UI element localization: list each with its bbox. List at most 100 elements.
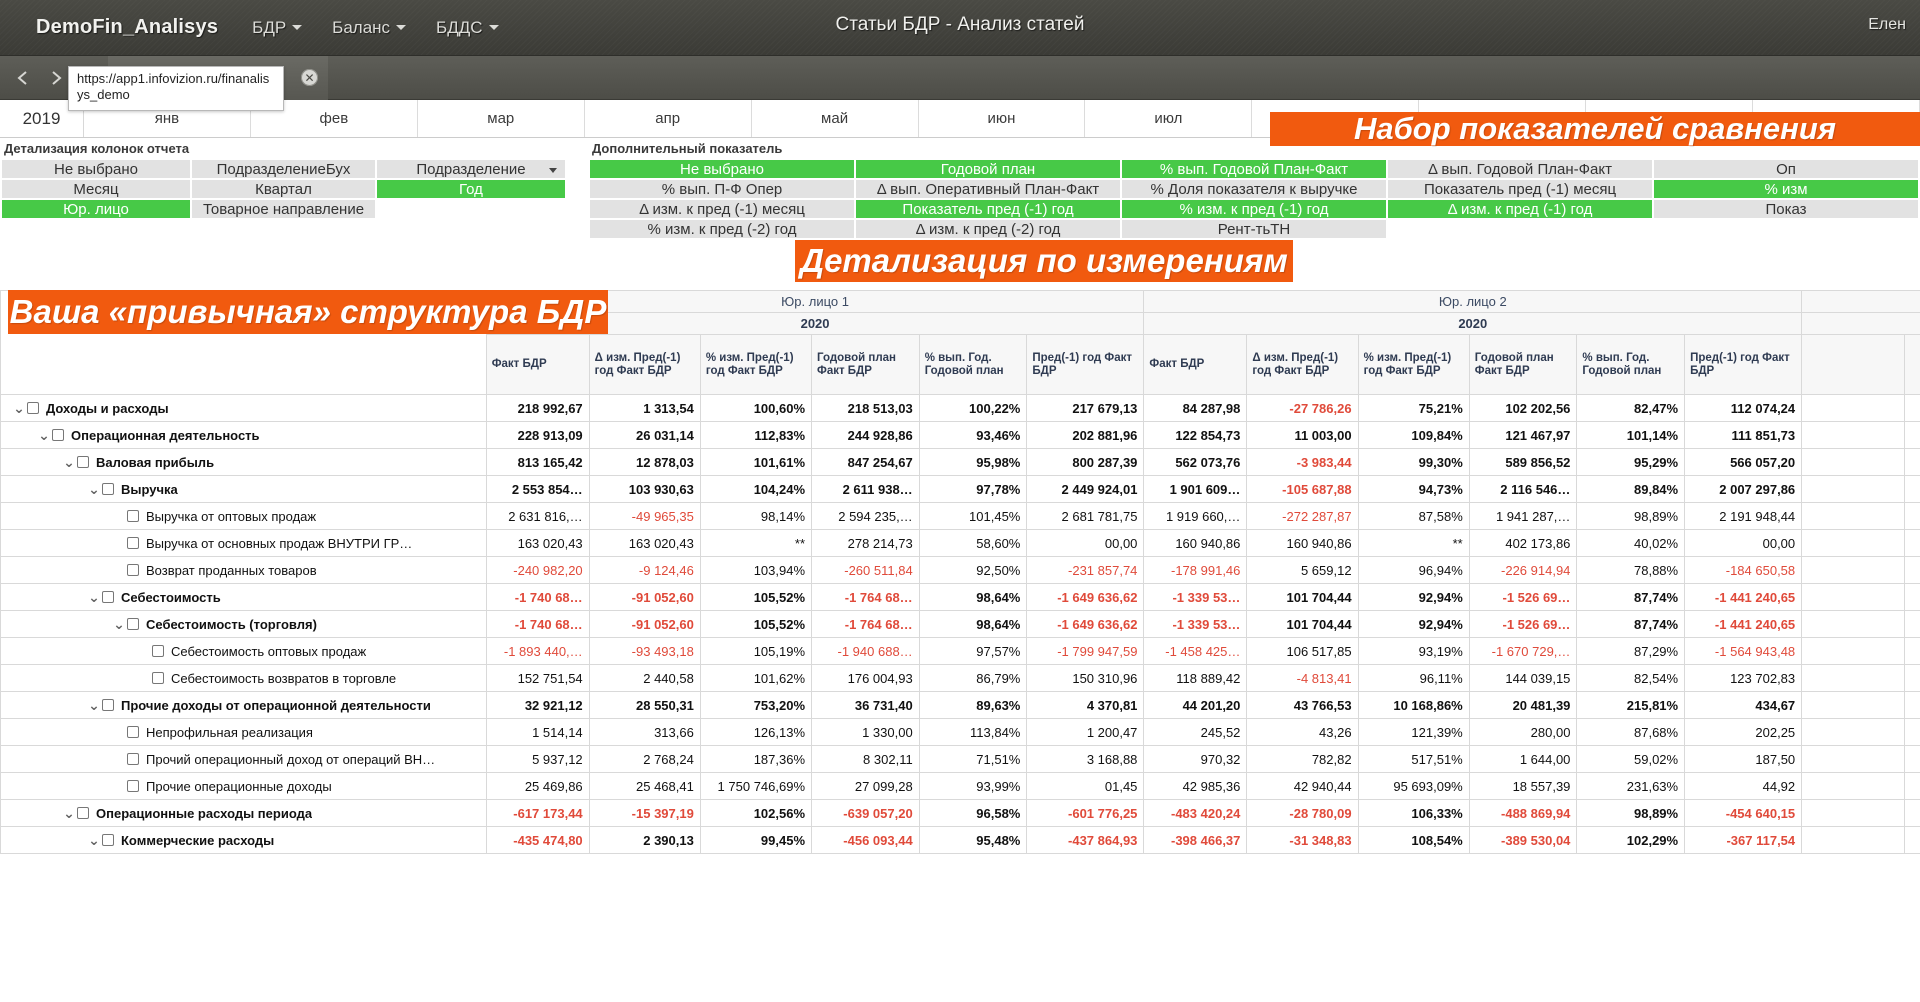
row-checkbox[interactable] (102, 591, 114, 603)
metric-header[interactable]: Пред(-1) год Факт БДР (1684, 334, 1803, 395)
table-row[interactable]: ⌄ Коммерческие расходы -435 474,80 2 390,13… (0, 826, 1920, 854)
indicator-option-selected[interactable]: Годовой план (855, 159, 1121, 179)
row-checkbox[interactable] (127, 726, 139, 738)
table-row[interactable]: ⌄ Выручка 2 553 854… 103 930,63 104,24% 2 611… (0, 475, 1920, 503)
table-row[interactable]: Выручка от основных продаж ВНУТРИ ГР… 163… (0, 529, 1920, 557)
row-label-cell[interactable]: ⌄ Себестоимость (торговля) (0, 610, 487, 638)
metric-header[interactable]: Δ изм. Пред(-1) год Факт БДР (1246, 334, 1359, 395)
menu-item-bdr[interactable]: БДР (252, 18, 303, 38)
chevron-down-icon[interactable]: ⌄ (36, 427, 52, 444)
metric-header[interactable]: % изм. Пред(-1) год Факт БДР (699, 334, 813, 395)
month-cell[interactable]: мар (417, 100, 585, 137)
indicator-option[interactable]: % Доля показателя к выручке (1121, 179, 1387, 199)
indicator-option[interactable]: Δ изм. к пред (-1) месяц (589, 199, 855, 219)
row-label-cell[interactable]: Выручка от оптовых продаж (0, 502, 487, 530)
table-row[interactable]: Себестоимость оптовых продаж -1 893 440,…… (0, 637, 1920, 665)
table-row[interactable]: ⌄ Операционная деятельность 228 913,09 26 0… (0, 421, 1920, 449)
month-cell[interactable]: апр (584, 100, 752, 137)
chevron-down-icon[interactable]: ⌄ (111, 616, 127, 633)
row-label-cell[interactable]: ⌄ Доходы и расходы (0, 394, 487, 422)
table-row[interactable]: ⌄ Операционные расходы периода -617 173,44… (0, 799, 1920, 827)
chevron-down-icon[interactable]: ⌄ (61, 454, 77, 471)
indicator-option[interactable]: Рент-тьТН (1121, 219, 1387, 239)
metric-header[interactable]: % вып. Год. Годовой план (918, 334, 1028, 395)
chevron-down-icon[interactable]: ⌄ (86, 589, 102, 606)
table-row[interactable]: Выручка от оптовых продаж 2 631 816,… -49 … (0, 502, 1920, 530)
table-row[interactable]: Прочие операционные доходы 25 469,86 25 46… (0, 772, 1920, 800)
columns-option[interactable]: Не выбрано (1, 159, 191, 179)
metric-header[interactable] (1801, 334, 1906, 395)
indicator-option-selected[interactable]: % изм. к пред (-1) год (1121, 199, 1387, 219)
row-checkbox[interactable] (102, 834, 114, 846)
indicator-option[interactable]: Показ (1653, 199, 1919, 219)
columns-option[interactable]: Квартал (191, 179, 376, 199)
forward-button[interactable] (40, 63, 70, 93)
table-row[interactable]: Прочий операционный доход от операций ВН… (0, 745, 1920, 773)
chevron-down-icon[interactable]: ⌄ (86, 697, 102, 714)
metric-header[interactable] (1904, 334, 1920, 395)
metric-header[interactable]: Факт БДР (485, 334, 590, 395)
row-label-cell[interactable]: ⌄ Выручка (0, 475, 487, 503)
row-label-cell[interactable]: Себестоимость возвратов в торговле (0, 664, 487, 692)
row-label-cell[interactable]: Непрофильная реализация (0, 718, 487, 746)
chevron-down-icon[interactable]: ⌄ (86, 481, 102, 498)
row-label-cell[interactable]: Прочие операционные доходы (0, 772, 487, 800)
report-table-container[interactable]: Юр. лицо 1 Юр. лицо 2 2020 2020 Факт БДР… (0, 290, 1920, 1002)
chevron-down-icon[interactable]: ⌄ (11, 400, 27, 417)
metric-header[interactable]: % вып. Год. Годовой план (1576, 334, 1686, 395)
row-label-cell[interactable]: Возврат проданных товаров (0, 556, 487, 584)
menu-item-bdds[interactable]: БДДС (436, 18, 499, 38)
metric-header[interactable]: Факт БДР (1143, 334, 1248, 395)
row-label-cell[interactable]: ⌄ Валовая прибыль (0, 448, 487, 476)
row-label-cell[interactable]: Прочий операционный доход от операций ВН… (0, 745, 487, 773)
columns-option[interactable]: ПодразделениеБух (191, 159, 376, 179)
metric-header[interactable]: % изм. Пред(-1) год Факт БДР (1357, 334, 1470, 395)
month-cell[interactable]: май (751, 100, 919, 137)
row-label-cell[interactable]: ⌄ Прочие доходы от операционной деятельно… (0, 691, 487, 719)
month-cell[interactable]: июл (1085, 100, 1253, 137)
table-row[interactable]: ⌄ Себестоимость -1 740 68… -91 052,60 105,52… (0, 583, 1920, 611)
table-row[interactable]: ⌄ Прочие доходы от операционной деятельно… (0, 691, 1920, 719)
row-checkbox[interactable] (102, 699, 114, 711)
indicator-option[interactable]: % вып. П-Ф Опер (589, 179, 855, 199)
indicator-option-selected[interactable]: Показатель пред (-1) год (855, 199, 1121, 219)
chevron-down-icon[interactable]: ⌄ (86, 832, 102, 849)
indicator-option-selected[interactable]: % изм (1653, 179, 1919, 199)
row-checkbox[interactable] (127, 510, 139, 522)
columns-option-selected[interactable]: Год (376, 179, 566, 199)
table-row[interactable]: Себестоимость возвратов в торговле 152 75… (0, 664, 1920, 692)
row-label-cell[interactable]: ⌄ Операционные расходы периода (0, 799, 487, 827)
indicator-option[interactable]: Δ вып. Оперативный План-Факт (855, 179, 1121, 199)
menu-item-balance[interactable]: Баланс (332, 18, 407, 38)
indicator-option[interactable]: % изм. к пред (-2) год (589, 219, 855, 239)
metric-header[interactable]: Δ изм. Пред(-1) год Факт БДР (588, 334, 701, 395)
indicator-option[interactable]: Δ вып. Годовой План-Факт (1387, 159, 1653, 179)
columns-option[interactable]: Месяц (1, 179, 191, 199)
row-label-cell[interactable]: ⌄ Себестоимость (0, 583, 487, 611)
indicator-option-selected[interactable]: Не выбрано (589, 159, 855, 179)
row-checkbox[interactable] (127, 780, 139, 792)
row-checkbox[interactable] (152, 645, 164, 657)
row-checkbox[interactable] (127, 537, 139, 549)
row-label-cell[interactable]: ⌄ Операционная деятельность (0, 421, 487, 449)
indicator-option-selected[interactable]: Δ изм. к пред (-1) год (1387, 199, 1653, 219)
metric-header[interactable]: Пред(-1) год Факт БДР (1026, 334, 1145, 395)
columns-option[interactable]: Товарное направление (191, 199, 376, 219)
metric-header[interactable]: Годовой план Факт БДР (1468, 334, 1578, 395)
indicator-option[interactable]: Оп (1653, 159, 1919, 179)
row-checkbox[interactable] (127, 753, 139, 765)
row-checkbox[interactable] (77, 807, 89, 819)
row-label-cell[interactable]: Выручка от основных продаж ВНУТРИ ГР… (0, 529, 487, 557)
table-row[interactable]: ⌄ Доходы и расходы 218 992,67 1 313,54 100,6… (0, 394, 1920, 422)
indicator-option[interactable]: Показатель пред (-1) месяц (1387, 179, 1653, 199)
table-row[interactable]: Возврат проданных товаров -240 982,20 -9 1… (0, 556, 1920, 584)
row-label-cell[interactable]: Себестоимость оптовых продаж (0, 637, 487, 665)
table-row[interactable]: ⌄ Валовая прибыль 813 165,42 12 878,03 101,6… (0, 448, 1920, 476)
row-checkbox[interactable] (102, 483, 114, 495)
table-row[interactable]: Непрофильная реализация 1 514,14 313,66 126… (0, 718, 1920, 746)
row-checkbox[interactable] (127, 564, 139, 576)
row-checkbox[interactable] (127, 618, 139, 630)
table-row[interactable]: ⌄ Себестоимость (торговля) -1 740 68… -91 0… (0, 610, 1920, 638)
chevron-down-icon[interactable]: ⌄ (61, 805, 77, 822)
indicator-option[interactable]: Δ изм. к пред (-2) год (855, 219, 1121, 239)
